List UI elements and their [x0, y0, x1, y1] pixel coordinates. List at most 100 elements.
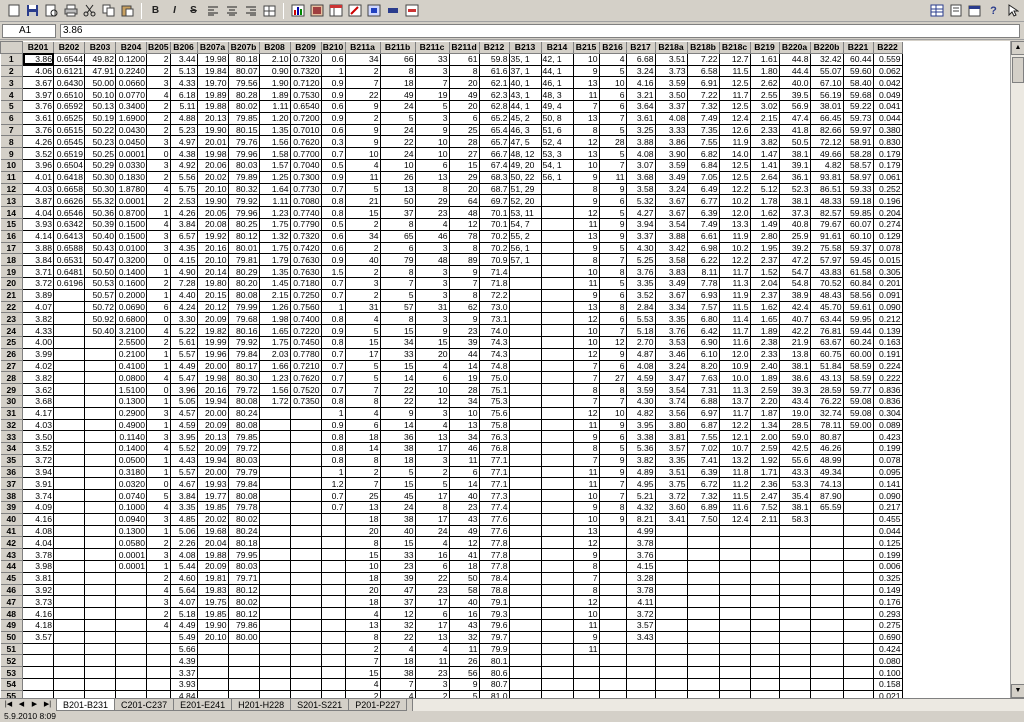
- table-cell[interactable]: [228, 643, 260, 656]
- table-cell[interactable]: 6.57: [170, 230, 198, 243]
- table-cell[interactable]: 1.89: [259, 88, 291, 101]
- table-cell[interactable]: 3.46: [655, 348, 688, 361]
- table-cell[interactable]: 0.9: [321, 171, 346, 184]
- table-cell[interactable]: [509, 395, 542, 408]
- table-cell[interactable]: 0.7: [321, 147, 346, 160]
- table-cell[interactable]: 34: [449, 395, 480, 408]
- table-cell[interactable]: [573, 690, 600, 698]
- table-cell[interactable]: [290, 442, 322, 455]
- table-cell[interactable]: 10: [415, 383, 450, 396]
- table-cell[interactable]: 3.35: [655, 312, 688, 326]
- table-cell[interactable]: [290, 654, 322, 668]
- table-cell[interactable]: 68.7: [479, 183, 510, 196]
- table-cell[interactable]: [541, 407, 574, 420]
- table-cell[interactable]: 2.70: [626, 336, 656, 349]
- table-cell[interactable]: [750, 678, 780, 691]
- align-center-icon[interactable]: [224, 3, 239, 18]
- table-cell[interactable]: 0.149: [873, 584, 903, 597]
- table-cell[interactable]: 57, 1: [509, 253, 542, 267]
- table-cell[interactable]: 0.006: [873, 560, 903, 573]
- table-cell[interactable]: 33: [380, 548, 416, 562]
- table-cell[interactable]: 4.33: [22, 324, 54, 337]
- table-cell[interactable]: 80.25: [228, 218, 260, 231]
- table-cell[interactable]: [810, 595, 844, 609]
- table-cell[interactable]: 50.50: [84, 265, 116, 278]
- table-cell[interactable]: 77.1: [479, 466, 510, 479]
- table-cell[interactable]: [509, 407, 542, 420]
- table-cell[interactable]: 0.0100: [115, 242, 147, 255]
- table-cell[interactable]: 2: [146, 336, 171, 349]
- table-cell[interactable]: [750, 595, 780, 609]
- table-cell[interactable]: 7: [573, 572, 600, 585]
- table-cell[interactable]: [687, 654, 720, 668]
- table-cell[interactable]: 32.74: [810, 407, 844, 420]
- table-cell[interactable]: 0.455: [873, 513, 903, 526]
- table-cell[interactable]: 28: [599, 135, 627, 149]
- row-header[interactable]: 12: [0, 182, 23, 196]
- table-cell[interactable]: [573, 654, 600, 668]
- table-cell[interactable]: [750, 607, 780, 621]
- table-cell[interactable]: [687, 643, 720, 656]
- table-cell[interactable]: 11.9: [719, 230, 751, 243]
- table-cell[interactable]: 6: [449, 466, 480, 479]
- table-cell[interactable]: 9: [345, 124, 381, 137]
- table-cell[interactable]: 4.49: [170, 360, 198, 373]
- table-cell[interactable]: 13: [415, 171, 450, 184]
- table-cell[interactable]: 0.0001: [115, 560, 147, 573]
- table-cell[interactable]: 4.99: [626, 525, 656, 538]
- table-cell[interactable]: [53, 572, 85, 585]
- table-cell[interactable]: 3.99: [22, 348, 54, 361]
- table-cell[interactable]: [779, 536, 811, 550]
- table-cell[interactable]: 3.95: [626, 419, 656, 432]
- table-cell[interactable]: 11: [415, 654, 450, 668]
- table-cell[interactable]: 7.35: [687, 124, 720, 137]
- table-cell[interactable]: [810, 560, 844, 573]
- table-cell[interactable]: 63.44: [810, 312, 844, 326]
- table-cell[interactable]: 59.37: [843, 242, 874, 255]
- table-cell[interactable]: 0.2900: [115, 407, 147, 420]
- table-cell[interactable]: 79.7: [479, 631, 510, 644]
- table-cell[interactable]: 5.05: [170, 395, 198, 408]
- row-header[interactable]: 52: [0, 654, 23, 668]
- table-cell[interactable]: 15: [449, 159, 480, 172]
- table-cell[interactable]: 48.99: [810, 454, 844, 467]
- table-cell[interactable]: 4: [345, 607, 381, 621]
- table-cell[interactable]: [541, 513, 574, 526]
- table-cell[interactable]: [321, 525, 346, 538]
- table-cell[interactable]: 70.1: [479, 206, 510, 219]
- table-cell[interactable]: 4.59: [626, 371, 656, 385]
- table-cell[interactable]: 60.44: [843, 53, 874, 66]
- table-cell[interactable]: 1.64: [259, 183, 291, 196]
- table-cell[interactable]: 5.18: [170, 607, 198, 621]
- table-cell[interactable]: [541, 489, 574, 503]
- table-cell[interactable]: 11.7: [719, 265, 751, 278]
- table-cell[interactable]: 20.04: [197, 536, 229, 550]
- table-cell[interactable]: 1: [321, 466, 346, 479]
- strikethrough-button[interactable]: S: [186, 3, 201, 18]
- table-cell[interactable]: [655, 548, 688, 562]
- table-cell[interactable]: 12: [415, 395, 450, 408]
- table-cell[interactable]: 10: [573, 513, 600, 526]
- table-cell[interactable]: 4.49: [170, 619, 198, 632]
- table-cell[interactable]: 5.32: [626, 194, 656, 208]
- table-cell[interactable]: 19.68: [197, 525, 229, 538]
- table-cell[interactable]: 6.77: [687, 194, 720, 208]
- table-cell[interactable]: 0.196: [873, 194, 903, 208]
- table-cell[interactable]: 15: [380, 324, 416, 337]
- table-cell[interactable]: 13.2: [719, 454, 751, 467]
- table-cell[interactable]: 0.100: [873, 666, 903, 680]
- table-cell[interactable]: 79.56: [228, 76, 260, 90]
- table-cell[interactable]: 9: [599, 419, 627, 432]
- row-header[interactable]: 20: [0, 276, 23, 290]
- table-cell[interactable]: 18: [345, 513, 381, 526]
- table-cell[interactable]: [750, 666, 780, 680]
- table-cell[interactable]: [290, 572, 322, 585]
- table-cell[interactable]: 11.6: [719, 501, 751, 514]
- table-cell[interactable]: [779, 548, 811, 562]
- table-cell[interactable]: [22, 690, 54, 698]
- table-cell[interactable]: [810, 666, 844, 680]
- table-cell[interactable]: 77.1: [479, 477, 510, 491]
- table-cell[interactable]: [541, 218, 574, 231]
- table-cell[interactable]: [810, 525, 844, 538]
- row-header[interactable]: 34: [0, 442, 23, 455]
